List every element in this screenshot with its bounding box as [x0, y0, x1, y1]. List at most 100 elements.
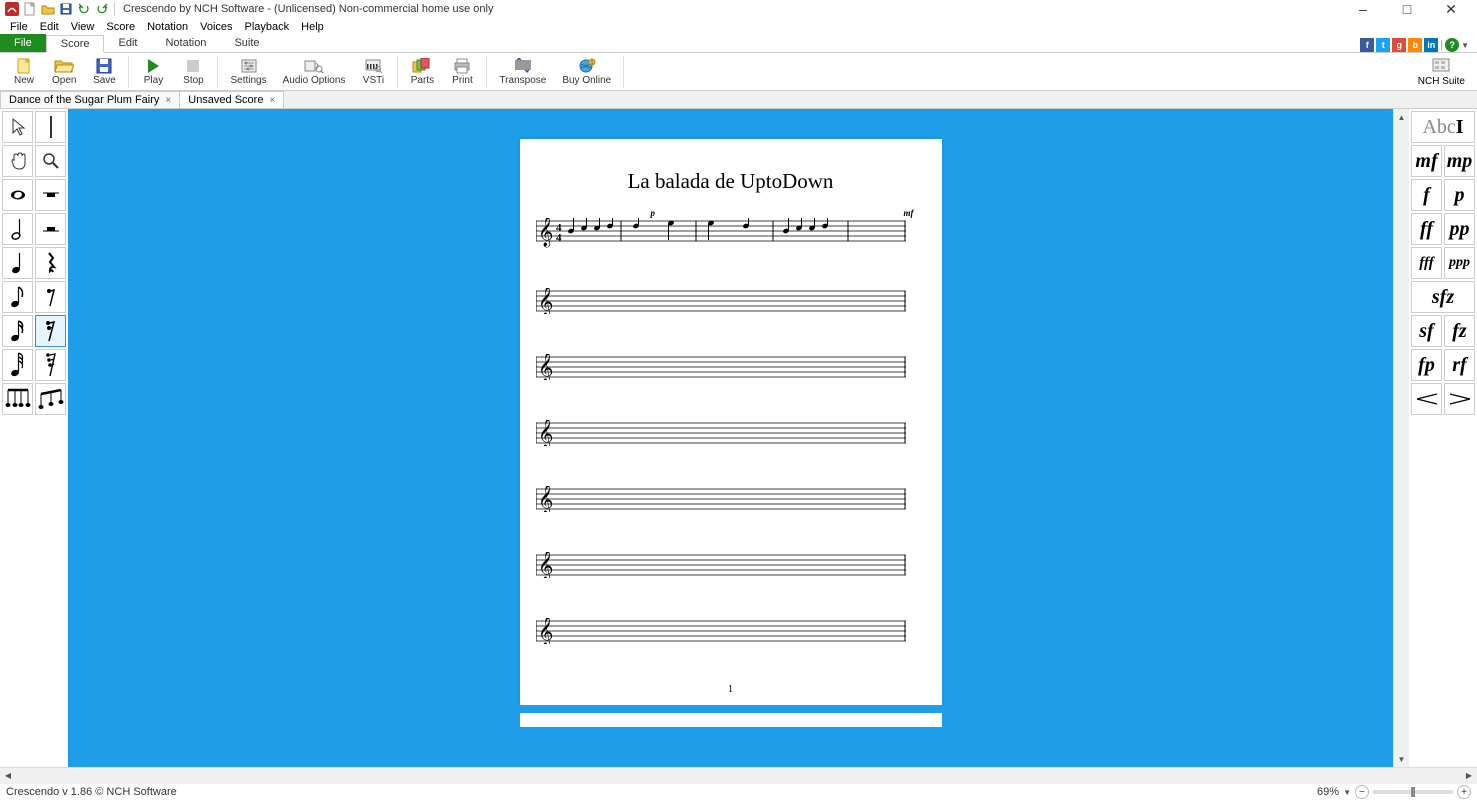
staff-svg: 𝄞 4 4 — [536, 218, 906, 248]
toolbar-parts[interactable]: Parts — [402, 54, 442, 90]
dynamic-ppp[interactable]: ppp — [1444, 247, 1475, 279]
googleplus-icon[interactable]: g — [1392, 38, 1406, 52]
scroll-left-icon[interactable]: ◀ — [0, 768, 16, 784]
dynamic-f[interactable]: f — [1411, 179, 1442, 211]
sixteenth-note-tool[interactable] — [2, 315, 33, 347]
toolbar-new[interactable]: New — [4, 54, 44, 90]
zoom-in-button[interactable]: + — [1457, 785, 1471, 799]
toolbar-transpose[interactable]: Transpose — [491, 54, 554, 90]
help-icon[interactable]: ? — [1445, 38, 1459, 52]
text-tool[interactable]: AbcI — [1411, 111, 1475, 143]
whole-rest-tool[interactable] — [35, 179, 66, 211]
beam-group-tool[interactable] — [2, 383, 33, 415]
horizontal-scrollbar[interactable]: ◀ ▶ — [0, 767, 1477, 783]
dynamic-fff[interactable]: fff — [1411, 247, 1442, 279]
cursor-tool[interactable] — [2, 111, 33, 143]
whole-note-tool[interactable] — [2, 179, 33, 211]
toolbar-open[interactable]: Open — [44, 54, 84, 90]
toolbar-print[interactable]: Print — [442, 54, 482, 90]
sixteenth-rest-tool[interactable] — [35, 315, 66, 347]
quarter-rest-tool[interactable] — [35, 247, 66, 279]
menu-notation[interactable]: Notation — [141, 21, 194, 33]
dynamic-mf[interactable]: mf — [1411, 145, 1442, 177]
dynamic-ff[interactable]: ff — [1411, 213, 1442, 245]
menu-score[interactable]: Score — [100, 21, 141, 33]
save-disk-icon — [94, 57, 114, 75]
quarter-note-tool[interactable] — [2, 247, 33, 279]
svg-text:𝄞: 𝄞 — [538, 486, 553, 512]
dynamic-fz[interactable]: fz — [1444, 315, 1475, 347]
ribbon-tab-suite[interactable]: Suite — [220, 34, 273, 52]
zoom-out-button[interactable]: − — [1355, 785, 1369, 799]
linkedin-icon[interactable]: in — [1424, 38, 1438, 52]
half-note-tool[interactable] — [2, 213, 33, 245]
ribbon-tab-score[interactable]: Score — [46, 35, 105, 53]
maximize-button[interactable]: □ — [1385, 0, 1429, 18]
scroll-right-icon[interactable]: ▶ — [1461, 768, 1477, 784]
zoom-tool[interactable] — [35, 145, 66, 177]
redo-icon[interactable] — [94, 1, 110, 17]
beam-notes-tool[interactable] — [35, 383, 66, 415]
doc-tab-unsaved[interactable]: Unsaved Score × — [179, 91, 284, 108]
close-tab-icon[interactable]: × — [269, 95, 275, 106]
undo-icon[interactable] — [76, 1, 92, 17]
toolbar-settings[interactable]: Settings — [222, 54, 274, 90]
new-doc-icon[interactable] — [22, 1, 38, 17]
close-button[interactable]: ✕ — [1429, 0, 1473, 18]
scroll-up-icon[interactable]: ▲ — [1394, 109, 1409, 125]
canvas-scroll[interactable]: La balada de UptoDown p mf — [68, 109, 1393, 767]
twitter-icon[interactable]: t — [1376, 38, 1390, 52]
toolbar-play[interactable]: Play — [133, 54, 173, 90]
ribbon-tab-edit[interactable]: Edit — [104, 34, 151, 52]
ribbon-file-tab[interactable]: File — [0, 34, 46, 52]
doc-tab-sugar-plum[interactable]: Dance of the Sugar Plum Fairy × — [0, 91, 180, 108]
half-rest-tool[interactable] — [35, 213, 66, 245]
eighth-rest-tool[interactable] — [35, 281, 66, 313]
hand-tool[interactable] — [2, 145, 33, 177]
scroll-down-icon[interactable]: ▼ — [1394, 751, 1409, 767]
open-icon[interactable] — [40, 1, 56, 17]
dynamic-sfz[interactable]: sfz — [1411, 281, 1475, 313]
minimize-button[interactable]: – — [1341, 0, 1385, 18]
score-page[interactable]: La balada de UptoDown p mf — [520, 139, 942, 705]
dynamic-pp[interactable]: pp — [1444, 213, 1475, 245]
zoom-slider[interactable] — [1373, 790, 1453, 794]
staff-system-3: 𝄞 — [536, 354, 926, 380]
menu-help[interactable]: Help — [295, 21, 330, 33]
dynamic-sf[interactable]: sf — [1411, 315, 1442, 347]
dynamic-rf[interactable]: rf — [1444, 349, 1475, 381]
menu-playback[interactable]: Playback — [239, 21, 296, 33]
thirtysecond-note-tool[interactable] — [2, 349, 33, 381]
score-page-2-peek[interactable] — [520, 713, 942, 727]
eighth-note-tool[interactable] — [2, 281, 33, 313]
blogger-icon[interactable]: b — [1408, 38, 1422, 52]
crescendo-tool[interactable] — [1411, 383, 1442, 415]
print-icon — [452, 57, 472, 75]
facebook-icon[interactable]: f — [1360, 38, 1374, 52]
save-icon[interactable] — [58, 1, 74, 17]
toolbar-buy-online[interactable]: $ Buy Online — [554, 54, 619, 90]
toolbar-audio-options[interactable]: Audio Options — [275, 54, 354, 90]
toolbar-stop[interactable]: Stop — [173, 54, 213, 90]
toolbar-vsti[interactable]: VSTi — [353, 54, 393, 90]
vertical-scrollbar[interactable]: ▲ ▼ — [1393, 109, 1409, 767]
ribbon-tabs: File Score Edit Notation Suite f t g b i… — [0, 35, 1477, 53]
new-icon — [14, 57, 34, 75]
close-tab-icon[interactable]: × — [165, 95, 171, 106]
dynamic-fp[interactable]: fp — [1411, 349, 1442, 381]
menu-file[interactable]: File — [4, 21, 34, 33]
staff-system-7: 𝄞 — [536, 618, 926, 644]
menu-view[interactable]: View — [65, 21, 101, 33]
barline-tool[interactable] — [35, 111, 66, 143]
toolbar-save[interactable]: Save — [84, 54, 124, 90]
menu-edit[interactable]: Edit — [34, 21, 65, 33]
dynamic-p[interactable]: p — [1444, 179, 1475, 211]
decrescendo-tool[interactable] — [1444, 383, 1475, 415]
nch-suite-button[interactable]: NCH Suite — [1410, 55, 1473, 89]
social-links: f t g b in | ? ▼ — [1360, 38, 1477, 52]
thirtysecond-rest-tool[interactable] — [35, 349, 66, 381]
zoom-dropdown-icon[interactable]: ▼ — [1343, 788, 1351, 797]
menu-voices[interactable]: Voices — [194, 21, 238, 33]
dynamic-mp[interactable]: mp — [1444, 145, 1475, 177]
ribbon-tab-notation[interactable]: Notation — [151, 34, 220, 52]
